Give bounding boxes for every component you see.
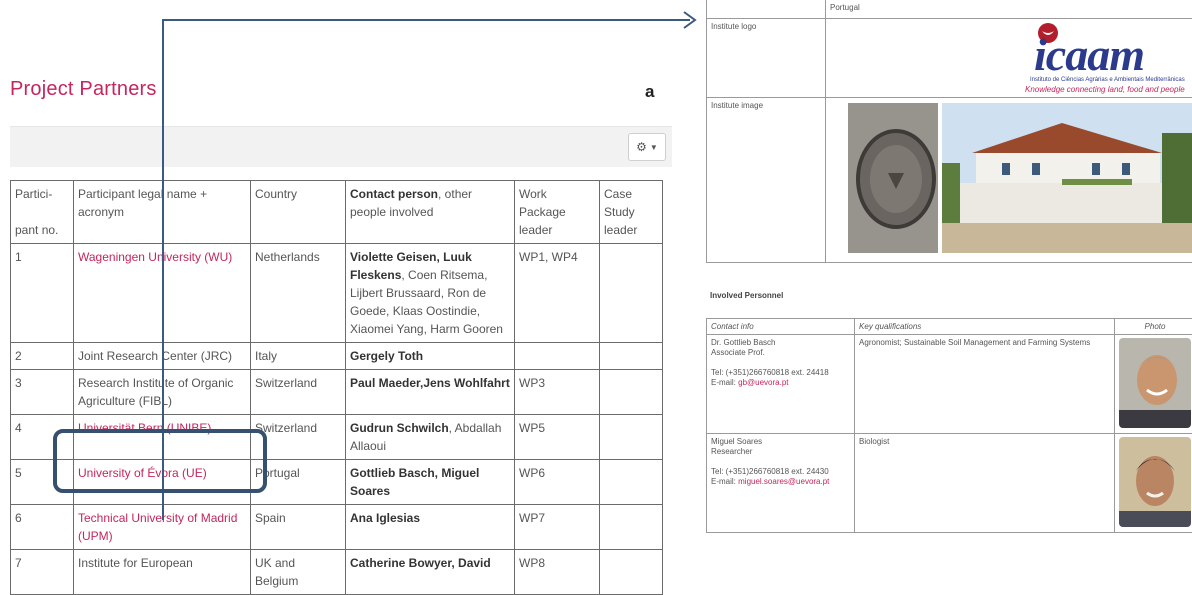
logo-tagline: Knowledge connecting land, food and peop… <box>1025 85 1185 94</box>
person-qualifications: Biologist <box>855 434 1115 533</box>
table-row: 7Institute for EuropeanUK and BelgiumCat… <box>11 550 663 595</box>
person-photo-cell <box>1115 335 1192 434</box>
institute-table: Portugal Institute logo icaam Instituto … <box>706 0 1192 263</box>
col-contact-info: Contact info <box>707 319 855 335</box>
connector-arrow-line <box>163 20 690 520</box>
institute-image-cell <box>826 98 1192 263</box>
institute-logo: icaam Instituto de Ciências Agrárias e A… <box>830 22 1191 94</box>
personnel-title: Involved Personnel <box>710 291 783 300</box>
person-qualifications: Agronomist; Sustainable Soil Management … <box>855 335 1115 434</box>
institute-building-image <box>942 103 1192 253</box>
participant-country: UK and Belgium <box>251 550 346 595</box>
logo-subtitle: Instituto de Ciências Agrárias e Ambient… <box>1030 77 1185 83</box>
email-link[interactable]: miguel.soares@uevora.pt <box>738 477 829 486</box>
highlight-box <box>55 431 265 491</box>
institute-country-value: Portugal <box>826 0 1192 19</box>
person-row: Dr. Gottlieb Basch Associate Prof. Tel: … <box>707 335 1192 434</box>
person-row: Miguel Soares Researcher Tel: (+351)2667… <box>707 434 1192 533</box>
institute-country-row: Portugal <box>707 0 1192 19</box>
participant-wp: WP8 <box>515 550 600 595</box>
email-link[interactable]: gb@uevora.pt <box>738 378 788 387</box>
person-photo <box>1119 437 1191 527</box>
col-key-qualifications: Key qualifications <box>855 319 1115 335</box>
personnel-header-row: Contact info Key qualifications Photo <box>707 319 1192 335</box>
person-contact: Miguel Soares Researcher Tel: (+351)2667… <box>707 434 855 533</box>
participant-name: Institute for European <box>74 550 251 595</box>
institute-image-row: Institute image <box>707 98 1192 263</box>
institute-logo-cell: icaam Instituto de Ciências Agrárias e A… <box>826 19 1192 98</box>
personnel-table: Contact info Key qualifications Photo Dr… <box>706 318 1192 533</box>
participant-contact: Catherine Bowyer, David <box>346 550 515 595</box>
col-photo: Photo <box>1115 319 1192 335</box>
person-photo <box>1119 338 1191 428</box>
participant-no: 7 <box>11 550 74 595</box>
institute-image-label: Institute image <box>707 98 826 263</box>
person-photo-cell <box>1115 434 1192 533</box>
institute-logo-label: Institute logo <box>707 19 826 98</box>
person-contact: Dr. Gottlieb Basch Associate Prof. Tel: … <box>707 335 855 434</box>
institute-seal-image <box>848 103 938 253</box>
participant-cs <box>600 550 663 595</box>
logo-wordmark: icaam <box>1034 32 1144 78</box>
institute-logo-row: Institute logo icaam Instituto de Ciênci… <box>707 19 1192 98</box>
